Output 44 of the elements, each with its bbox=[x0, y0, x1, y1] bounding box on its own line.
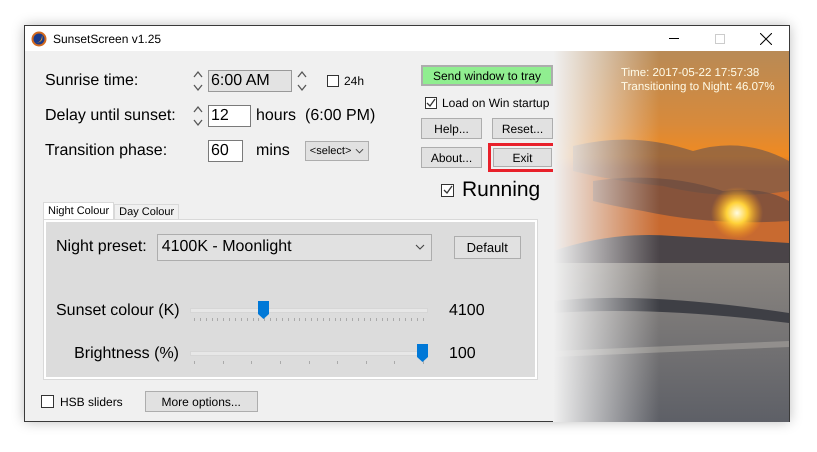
field-label: Delay until sunset: bbox=[45, 107, 177, 125]
checkbox-label: 24h bbox=[344, 74, 364, 88]
chevron-down-icon bbox=[414, 244, 425, 250]
unit-label: hours bbox=[256, 107, 296, 125]
send-to-tray-button[interactable]: Send window to tray bbox=[421, 65, 553, 86]
app-logo-icon bbox=[31, 30, 47, 46]
close-icon[interactable] bbox=[760, 32, 772, 44]
checkbox[interactable] bbox=[327, 75, 339, 87]
default-button[interactable]: Default bbox=[454, 236, 521, 258]
more-options-button[interactable]: More options... bbox=[144, 391, 258, 412]
preset-select[interactable]: <select> bbox=[304, 141, 369, 161]
tab[interactable]: Night Colour bbox=[43, 202, 114, 219]
time-field[interactable]: 6:00 AM bbox=[208, 70, 292, 92]
action-button[interactable]: About... bbox=[421, 147, 482, 168]
chevron-down-icon bbox=[354, 148, 364, 154]
slider-label: Brightness (%) bbox=[73, 345, 179, 363]
action-button[interactable]: Help... bbox=[421, 118, 482, 139]
tab[interactable]: Day Colour bbox=[114, 204, 180, 219]
spin-arrows-icon[interactable] bbox=[297, 70, 307, 92]
checkbox[interactable] bbox=[441, 184, 454, 196]
unit-label: mins bbox=[256, 142, 290, 160]
running-label: Running bbox=[462, 178, 540, 202]
field-label: Sunrise time: bbox=[45, 72, 140, 90]
hours-field[interactable]: 12 bbox=[208, 105, 251, 127]
checkbox[interactable] bbox=[425, 97, 437, 109]
slider-label: Sunset colour (K) bbox=[56, 302, 179, 320]
transition-status: Transitioning to Night: 46.07% bbox=[621, 81, 775, 93]
spin-arrows-icon[interactable] bbox=[193, 70, 203, 92]
time-label: Time: 2017-05-22 17:57:38 bbox=[621, 67, 760, 79]
action-button[interactable]: Reset... bbox=[492, 118, 553, 139]
minutes-field[interactable]: 60 bbox=[208, 140, 243, 162]
checkbox-label: Load on Win startup bbox=[442, 96, 550, 110]
slider-thumb[interactable] bbox=[417, 344, 428, 362]
window-title: SunsetScreen v1.25 bbox=[53, 32, 162, 46]
field-label: Transition phase: bbox=[45, 142, 168, 160]
slider-value: 4100 bbox=[449, 302, 485, 320]
checkbox-label: HSB sliders bbox=[60, 394, 123, 408]
slider-value: 100 bbox=[449, 345, 476, 363]
sunset-time-label: (6:00 PM) bbox=[305, 107, 376, 125]
slider-thumb[interactable] bbox=[258, 301, 270, 319]
spin-arrows-icon[interactable] bbox=[193, 105, 203, 127]
preset-label: Night preset: bbox=[56, 238, 147, 256]
preset-dropdown[interactable]: 4100K - Moonlight bbox=[156, 234, 432, 260]
checkbox[interactable] bbox=[41, 395, 54, 408]
